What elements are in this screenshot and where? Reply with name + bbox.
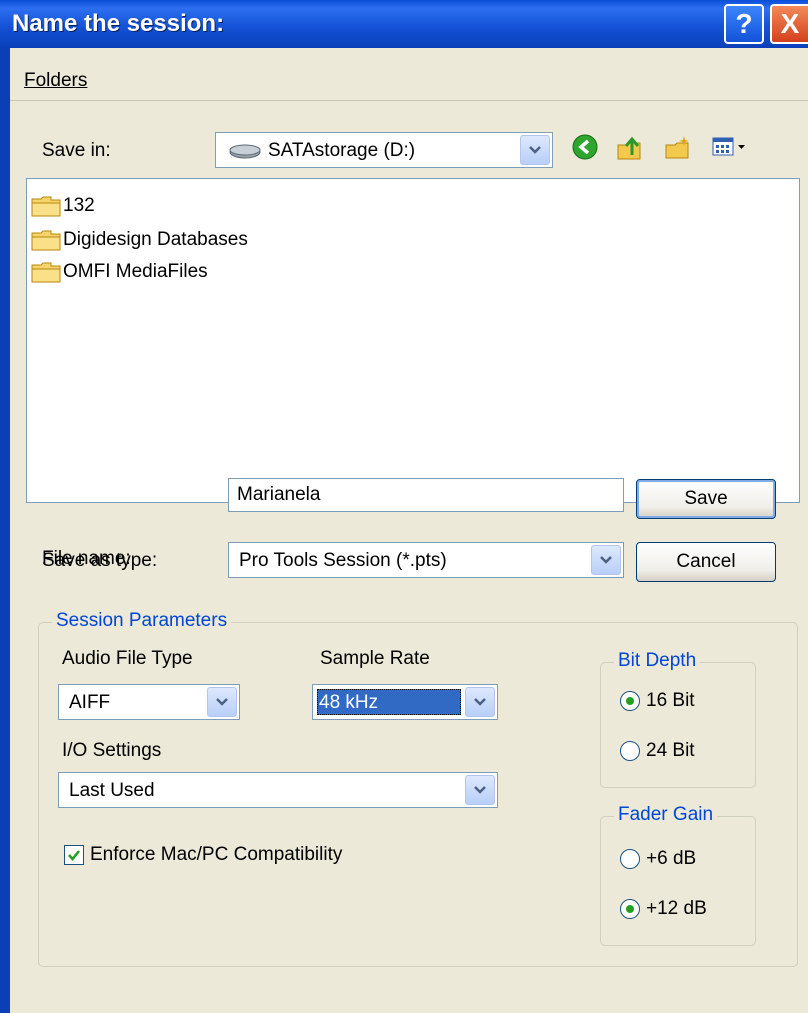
checkmark-icon [68, 850, 80, 861]
io-settings-label: I/O Settings [62, 740, 162, 761]
save-as-type-value: Pro Tools Session (*.pts) [239, 550, 447, 571]
close-icon: X [780, 8, 800, 39]
fader-gain-title: Fader Gain [614, 804, 718, 826]
help-icon: ? [735, 8, 753, 39]
cancel-button[interactable]: Cancel [636, 542, 776, 582]
audio-file-type-value: AIFF [69, 692, 111, 713]
chevron-down-icon [474, 786, 486, 794]
enforce-compat-checkbox[interactable]: Enforce Mac/PC Compatibility [64, 844, 342, 866]
sample-rate-label: Sample Rate [320, 648, 430, 669]
up-folder-icon[interactable] [614, 132, 644, 162]
radio-circle[interactable] [620, 899, 640, 919]
fader-gain-group [600, 816, 756, 946]
save-as-type-dropdown-button[interactable] [591, 545, 621, 575]
radio-selected-dot [626, 697, 634, 705]
fader-gain-12db-radio[interactable]: +12 dB [620, 898, 707, 920]
save-in-label: Save in: [42, 140, 111, 161]
checkbox-box[interactable] [64, 845, 84, 865]
io-settings-value: Last Used [69, 780, 155, 801]
views-menu-icon[interactable] [710, 132, 750, 162]
file-name: Digidesign Databases [63, 229, 248, 250]
list-item[interactable]: 132 [31, 193, 95, 219]
cancel-button-label: Cancel [676, 551, 736, 572]
list-item[interactable]: Digidesign Databases [31, 227, 248, 253]
save-session-dialog: Name the session: ? X Folders Save in: S… [0, 0, 808, 1013]
save-as-type-dropdown[interactable]: Pro Tools Session (*.pts) [228, 542, 624, 578]
folder-icon [31, 230, 61, 251]
radio-circle[interactable] [620, 691, 640, 711]
chevron-down-icon [216, 698, 228, 706]
close-button[interactable]: X [770, 4, 808, 44]
save-in-value: SATAstorage (D:) [268, 140, 416, 161]
chevron-down-icon [474, 698, 486, 706]
session-parameters-title: Session Parameters [52, 610, 232, 632]
save-as-type-label: Save as type: [42, 550, 158, 571]
file-name: OMFI MediaFiles [63, 261, 208, 282]
fader-gain-6db-radio[interactable]: +6 dB [620, 848, 696, 870]
folder-icon [31, 262, 61, 283]
list-item[interactable]: OMFI MediaFiles [31, 259, 208, 285]
file-name: 132 [63, 195, 95, 216]
file-name-field[interactable] [229, 479, 623, 511]
drive-icon [229, 144, 261, 159]
file-list[interactable]: 132 Digidesign Databases OMFI MediaFiles [26, 178, 800, 503]
audio-file-type-dropdown-button[interactable] [207, 687, 237, 717]
bit-depth-16-label: 16 Bit [646, 690, 695, 711]
io-settings-dropdown[interactable]: Last Used [58, 772, 498, 808]
menu-bar: Folders [10, 48, 808, 101]
save-in-dropdown[interactable]: SATAstorage (D:) [215, 132, 553, 168]
save-in-dropdown-button[interactable] [520, 135, 550, 165]
window-title: Name the session: [12, 10, 225, 37]
dialog-body: Folders Save in: SATAstorage (D:) 132 Di… [10, 48, 808, 1013]
fader-gain-6db-label: +6 dB [646, 848, 697, 869]
menu-folders-label: Folders [24, 70, 88, 91]
save-button-label: Save [684, 488, 728, 509]
menu-folders[interactable]: Folders [24, 70, 87, 92]
bit-depth-title: Bit Depth [614, 650, 701, 672]
sample-rate-value: 48 kHz [319, 692, 379, 713]
io-settings-dropdown-button[interactable] [465, 775, 495, 805]
save-button[interactable]: Save [636, 479, 776, 519]
bit-depth-16-radio[interactable]: 16 Bit [620, 690, 695, 712]
radio-circle[interactable] [620, 741, 640, 761]
radio-selected-dot [626, 905, 634, 913]
back-icon[interactable] [570, 132, 600, 162]
bit-depth-group [600, 662, 756, 788]
audio-file-type-dropdown[interactable]: AIFF [58, 684, 240, 720]
chevron-down-icon [600, 556, 612, 564]
window-frame-left [0, 48, 10, 1013]
new-folder-icon[interactable] [662, 132, 692, 162]
bit-depth-24-label: 24 Bit [646, 740, 695, 761]
help-button[interactable]: ? [724, 4, 764, 44]
sample-rate-dropdown[interactable]: 48 kHz [312, 684, 498, 720]
enforce-compat-label: Enforce Mac/PC Compatibility [90, 844, 343, 865]
bit-depth-24-radio[interactable]: 24 Bit [620, 740, 695, 762]
audio-file-type-label: Audio File Type [62, 648, 193, 669]
file-name-input[interactable] [228, 478, 624, 512]
fader-gain-12db-label: +12 dB [646, 898, 707, 919]
radio-circle[interactable] [620, 849, 640, 869]
sample-rate-dropdown-button[interactable] [465, 687, 495, 717]
folder-icon [31, 196, 61, 217]
title-bar[interactable]: Name the session: ? X [0, 0, 808, 48]
chevron-down-icon [529, 146, 541, 154]
